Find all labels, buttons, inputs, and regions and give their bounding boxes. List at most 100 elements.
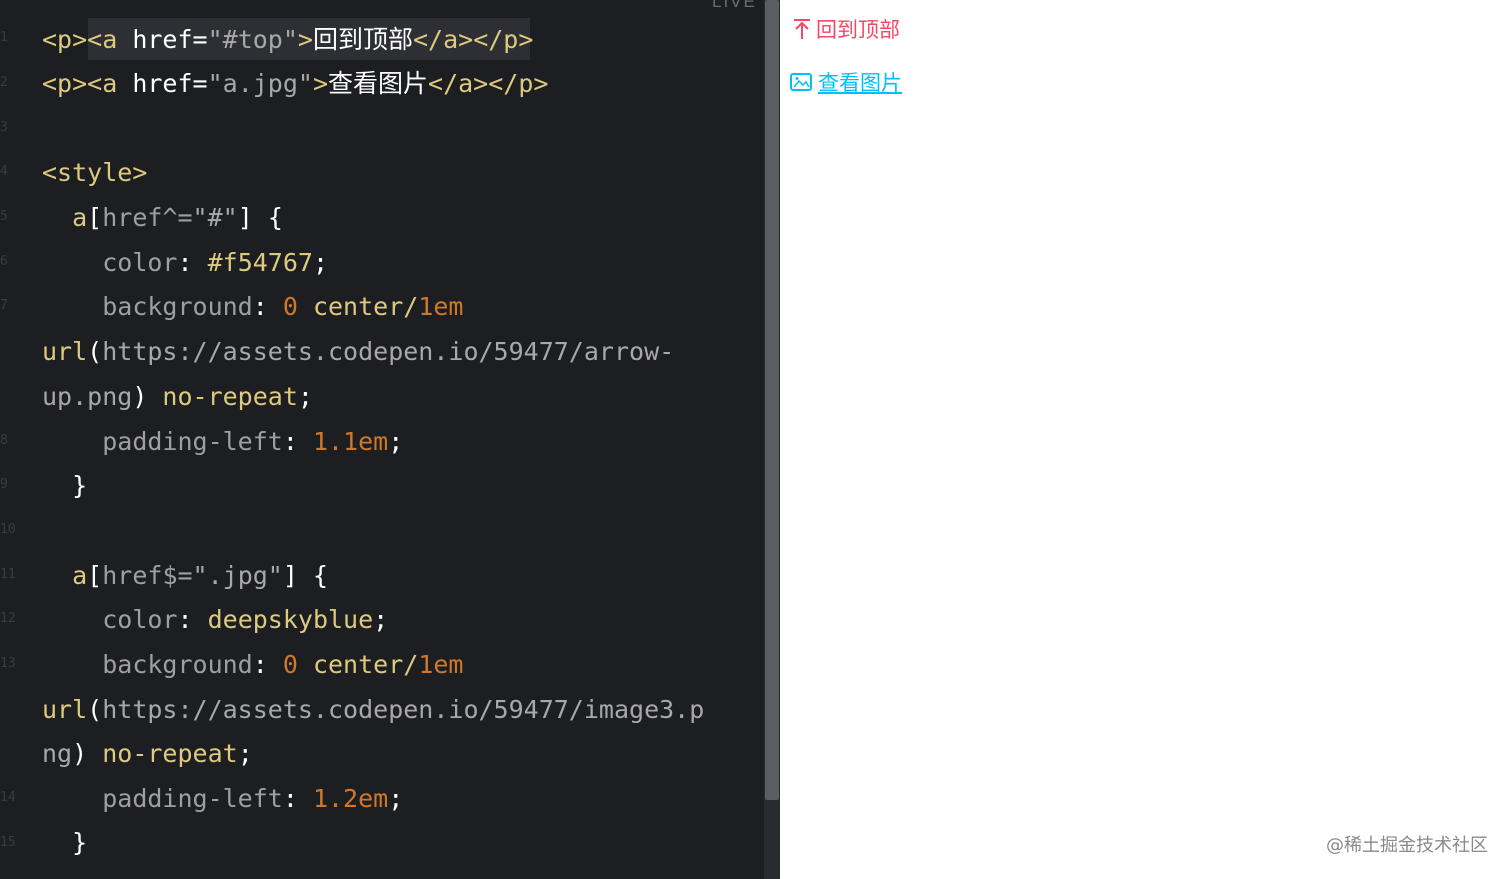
code-token: ) [132, 382, 163, 411]
code-token: : [282, 784, 313, 813]
code-token: url [42, 337, 88, 366]
code-token: color [102, 248, 178, 277]
line-number: 13 [0, 656, 16, 671]
code-token: ) [72, 739, 103, 768]
code-line-13[interactable]: background: 0 center/1em [42, 642, 463, 687]
code-line-11[interactable]: a[href$=".jpg"] { [42, 553, 328, 598]
line-number: 3 [0, 120, 8, 135]
code-line-9[interactable]: } [42, 463, 87, 508]
code-token: ( [87, 337, 103, 366]
line-number: 5 [0, 209, 8, 224]
code-token: <a [87, 25, 133, 54]
back-to-top-link[interactable]: 回到顶部 [792, 14, 900, 44]
code-line-4[interactable]: <style> [42, 150, 147, 195]
code-token: : [177, 248, 208, 277]
line-number: 4 [0, 164, 8, 179]
view-image-link[interactable]: 查看图片 [790, 67, 902, 97]
code-token: ; [312, 248, 329, 277]
code-token: 1.2em [312, 784, 389, 813]
code-line-12[interactable]: color: deepskyblue; [42, 597, 388, 642]
code-token: : [252, 650, 283, 679]
code-token: <a [87, 69, 133, 98]
code-token: } [72, 828, 88, 857]
line-number: 8 [0, 433, 8, 448]
code-token: center/ [297, 650, 419, 679]
scrollbar-thumb[interactable] [765, 0, 779, 800]
code-token: href [132, 69, 193, 98]
code-token: #f54767 [207, 248, 313, 277]
code-line-7-wrap2[interactable]: up.png) no-repeat; [42, 374, 313, 419]
code-token: : [177, 605, 208, 634]
code-token: ] [282, 561, 298, 590]
code-token: no-repeat [102, 739, 238, 768]
code-token: : [282, 427, 313, 456]
code-token: ; [297, 382, 313, 411]
code-token: } [72, 471, 88, 500]
code-token: center/ [297, 292, 419, 321]
code-token: 查看图片 [328, 69, 429, 98]
line-number: 6 [0, 254, 8, 269]
code-token: ; [388, 784, 404, 813]
code-token: [ [87, 561, 103, 590]
code-line-2[interactable]: <p><a href="a.jpg">查看图片</a></p> [42, 61, 548, 106]
code-token: > [312, 69, 329, 98]
code-token: padding-left [102, 427, 283, 456]
code-line-7[interactable]: background: 0 center/1em [42, 284, 463, 329]
code-line-1[interactable]: <p><a href="#top">回到顶部</a></p> [42, 17, 533, 62]
code-token: padding-left [102, 784, 283, 813]
code-line-15[interactable]: } [42, 820, 87, 865]
code-token: "#" [192, 203, 238, 232]
code-token: href [132, 25, 193, 54]
code-token: https://assets.codepen.io/59477/arrow- [102, 337, 675, 366]
code-token: </a></p> [428, 69, 549, 98]
code-token: 1em [418, 650, 464, 679]
code-token: a [72, 561, 88, 590]
code-token: "a.jpg" [207, 69, 313, 98]
code-editor-pane[interactable]: LIVE 1 2 3 4 5 6 7 8 9 10 11 12 13 14 15… [0, 0, 780, 879]
code-line-14[interactable]: padding-left: 1.2em; [42, 776, 403, 821]
code-line-5[interactable]: a[href^="#"] { [42, 195, 283, 240]
code-token: <p> [42, 25, 88, 54]
code-token: ; [388, 427, 404, 456]
code-token: background [102, 650, 253, 679]
arrow-up-icon [794, 19, 810, 39]
code-token: 回到顶部 [312, 25, 413, 54]
code-token: background [102, 292, 253, 321]
preview-pane [780, 0, 1512, 879]
back-to-top-label: 回到顶部 [816, 18, 900, 42]
code-line-6[interactable]: color: #f54767; [42, 240, 328, 285]
code-line-8[interactable]: padding-left: 1.1em; [42, 419, 403, 464]
code-token: = [192, 69, 208, 98]
line-number: 1 [0, 30, 8, 45]
code-line-7-wrap[interactable]: url(https://assets.codepen.io/59477/arro… [42, 329, 674, 374]
line-number: 12 [0, 611, 16, 626]
code-token: up.png [42, 382, 133, 411]
view-image-label: 查看图片 [818, 71, 902, 95]
image-icon [790, 73, 812, 91]
code-token: href$= [102, 561, 193, 590]
code-token: ] [237, 203, 253, 232]
code-token: <p> [42, 69, 88, 98]
code-token: no-repeat [162, 382, 298, 411]
code-token: 1.1em [312, 427, 389, 456]
line-number: 10 [0, 522, 16, 537]
code-token: ; [237, 739, 253, 768]
code-token: : [252, 292, 283, 321]
code-token: deepskyblue [207, 605, 374, 634]
code-line-13-wrap2[interactable]: ng) no-repeat; [42, 731, 253, 776]
line-number: 11 [0, 567, 16, 582]
code-token: <style> [42, 158, 148, 187]
watermark: @稀土掘金技术社区 [1326, 835, 1488, 856]
line-number: 9 [0, 477, 8, 492]
code-token: 1em [418, 292, 464, 321]
code-line-13-wrap[interactable]: url(https://assets.codepen.io/59477/imag… [42, 687, 704, 732]
line-number: 2 [0, 75, 8, 90]
code-token: url [42, 695, 88, 724]
code-token: 0 [282, 650, 298, 679]
code-token: { [252, 203, 283, 232]
code-token: > [297, 25, 313, 54]
line-number: 15 [0, 835, 16, 850]
code-token: 0 [282, 292, 298, 321]
code-token: </a></p> [412, 25, 534, 54]
code-token: ".jpg" [192, 561, 283, 590]
